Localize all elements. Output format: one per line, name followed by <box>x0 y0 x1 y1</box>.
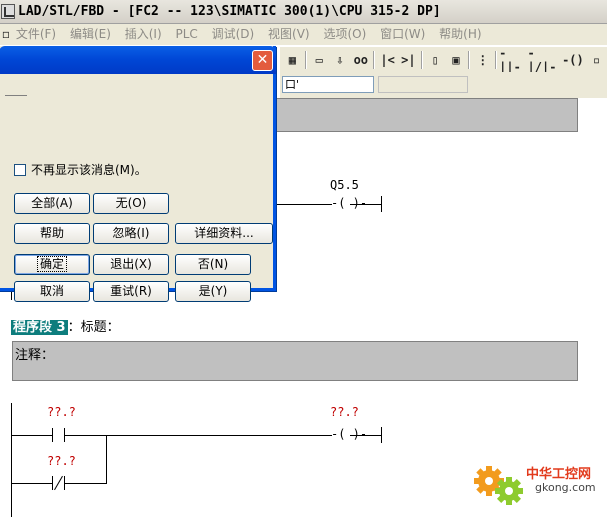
message-dialog: ✕ 不再显示该消息(M)。 全部(A) 无(O) 帮助 忽略(I) 详细资料..… <box>0 46 276 302</box>
network3-contact2-address[interactable]: ??.? <box>47 454 76 468</box>
network3-rung-wire-1 <box>11 435 52 436</box>
network3-right-rail <box>381 427 382 443</box>
branch-open-icon[interactable]: |< <box>377 50 398 70</box>
network-icon[interactable]: ⋮ <box>472 50 493 70</box>
dialog-divider <box>5 95 27 96</box>
network3-header: 程序段 3 ：标题： <box>11 316 120 335</box>
coil-icon[interactable]: -() <box>560 50 586 70</box>
glasses-icon[interactable]: oo <box>350 50 371 70</box>
network3-coil[interactable]: -( )- <box>331 427 367 441</box>
no-button[interactable]: 否(N) <box>175 254 251 275</box>
menu-edit[interactable]: 编辑(E) <box>70 24 111 45</box>
exit-button[interactable]: 退出(X) <box>93 254 169 275</box>
monitor-icon[interactable]: ▭ <box>309 50 330 70</box>
network3-contact2-slash <box>54 475 63 491</box>
yes-button[interactable]: 是(Y) <box>175 281 251 302</box>
app-icon <box>1 4 15 19</box>
download-icon[interactable]: ⇩ <box>330 50 351 70</box>
dont-show-again-label[interactable]: 不再显示该消息(M)。 <box>31 161 147 178</box>
system-menu-icon[interactable]: ▫ <box>0 24 12 45</box>
network2-rung-left <box>275 204 332 205</box>
network2-rung-right <box>350 204 382 205</box>
ok-button-label: 确定 <box>36 256 68 272</box>
network3-contact1-address[interactable]: ??.? <box>47 405 76 419</box>
network3-left-rail <box>11 403 12 517</box>
network3-branch-wire-2 <box>64 483 107 484</box>
menu-insert[interactable]: 插入(I) <box>125 24 162 45</box>
network3-coil-address[interactable]: ??.? <box>330 405 359 419</box>
all-button[interactable]: 全部(A) <box>14 193 90 214</box>
watermark-logo: 中华工控网 gkong.com <box>471 455 607 517</box>
dialog-body: 不再显示该消息(M)。 全部(A) 无(O) 帮助 忽略(I) 详细资料... … <box>0 74 276 302</box>
normally-closed-contact-icon[interactable]: -|/|- <box>528 46 560 74</box>
menu-debug[interactable]: 调试(D) <box>212 24 255 45</box>
help-button[interactable]: 帮助 <box>14 223 90 244</box>
combo-box[interactable]: 口' <box>282 76 374 93</box>
normally-open-contact-icon[interactable]: -||- <box>499 46 527 74</box>
network3-label[interactable]: 程序段 3 <box>11 320 68 335</box>
toolbar: ▦ ▭ ⇩ oo |< >| ▯ ▣ ⋮ -||- -|/|- -() ▫ <box>280 46 607 74</box>
network3-contact1-left-plate <box>52 428 53 442</box>
dont-show-again-checkbox[interactable] <box>14 164 26 176</box>
details-button[interactable]: 详细资料... <box>175 223 273 244</box>
none-button[interactable]: 无(O) <box>93 193 169 214</box>
network2-right-rail <box>381 196 382 212</box>
network3-comment: 注释： <box>15 348 55 363</box>
hardware-icon[interactable]: ▦ <box>282 50 303 70</box>
window-icon[interactable]: ▣ <box>446 50 467 70</box>
ignore-button[interactable]: 忽略(I) <box>93 223 169 244</box>
network3-branch-vertical <box>106 435 107 483</box>
retry-button[interactable]: 重试(R) <box>93 281 169 302</box>
network3-title[interactable]: ：标题： <box>68 320 120 335</box>
box-icon[interactable]: ▫ <box>586 50 607 70</box>
window-title: LAD/STL/FBD - [FC2 -- 123\SIMATIC 300(1)… <box>18 4 441 19</box>
menu-options[interactable]: 选项(O) <box>323 24 366 45</box>
menu-bar: ▫ 文件(F) 编辑(E) 插入(I) PLC 调试(D) 视图(V) 选项(O… <box>0 24 607 45</box>
menu-view[interactable]: 视图(V) <box>268 24 310 45</box>
toolbar-secondary: 口' <box>280 72 607 98</box>
watermark-text: 中华工控网 <box>526 467 592 482</box>
ok-button[interactable]: 确定 <box>14 254 90 275</box>
cancel-button[interactable]: 取消 <box>14 281 90 302</box>
network2-coil[interactable]: -( )- <box>331 196 367 210</box>
network3-rung-wire-2 <box>64 435 332 436</box>
network3-rung-wire-3 <box>350 435 382 436</box>
network3-contact2-left-plate <box>52 476 53 490</box>
dialog-title-bar[interactable]: ✕ <box>0 46 276 74</box>
overview-icon[interactable]: ▯ <box>425 50 446 70</box>
menu-plc[interactable]: PLC <box>175 24 197 45</box>
watermark-url: gkong.com <box>535 481 596 494</box>
window-title-bar: LAD/STL/FBD - [FC2 -- 123\SIMATIC 300(1)… <box>0 0 607 24</box>
close-icon[interactable]: ✕ <box>252 50 273 71</box>
network3-comment-box[interactable]: 注释： <box>12 341 578 381</box>
menu-file[interactable]: 文件(F) <box>16 24 56 45</box>
branch-close-icon[interactable]: >| <box>398 50 419 70</box>
combo-box-2[interactable] <box>378 76 468 93</box>
network3-branch-wire-1 <box>11 483 52 484</box>
menu-window[interactable]: 窗口(W) <box>380 24 425 45</box>
menu-help[interactable]: 帮助(H) <box>439 24 481 45</box>
gear-logo-icon <box>474 466 523 505</box>
network2-coil-address[interactable]: Q5.5 <box>330 178 359 192</box>
